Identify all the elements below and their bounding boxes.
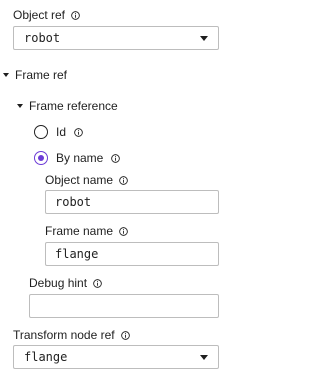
debug-hint-input[interactable] (29, 294, 219, 318)
debug-hint-label: Debug hint (29, 276, 102, 290)
info-icon[interactable] (71, 10, 80, 20)
frame-name-input[interactable]: flange (45, 242, 219, 266)
radio-id[interactable]: Id (34, 125, 83, 139)
info-icon[interactable] (119, 226, 128, 236)
caret-down-icon (17, 104, 23, 108)
chevron-down-icon (200, 354, 208, 360)
object-name-label: Object name (45, 173, 128, 187)
transform-node-ref-select[interactable]: flange (13, 345, 219, 369)
object-name-input[interactable]: robot (45, 190, 219, 214)
info-icon[interactable] (119, 175, 128, 185)
object-ref-label: Object ref (13, 8, 80, 22)
info-icon[interactable] (93, 278, 102, 288)
object-ref-select[interactable]: robot (13, 26, 219, 50)
chevron-down-icon (200, 35, 208, 41)
radio-by-name[interactable]: By name (34, 151, 121, 165)
radio-id-circle[interactable] (34, 125, 48, 139)
info-icon[interactable] (120, 330, 130, 340)
frame-name-label: Frame name (45, 224, 128, 238)
info-icon[interactable] (111, 153, 121, 163)
frame-reference-toggle[interactable]: Frame reference (17, 99, 118, 113)
frame-ref-toggle[interactable]: Frame ref (3, 68, 67, 82)
info-icon[interactable] (74, 127, 83, 137)
caret-down-icon (3, 73, 9, 77)
radio-by-name-circle[interactable] (34, 151, 48, 165)
transform-node-ref-label: Transform node ref (13, 328, 130, 342)
